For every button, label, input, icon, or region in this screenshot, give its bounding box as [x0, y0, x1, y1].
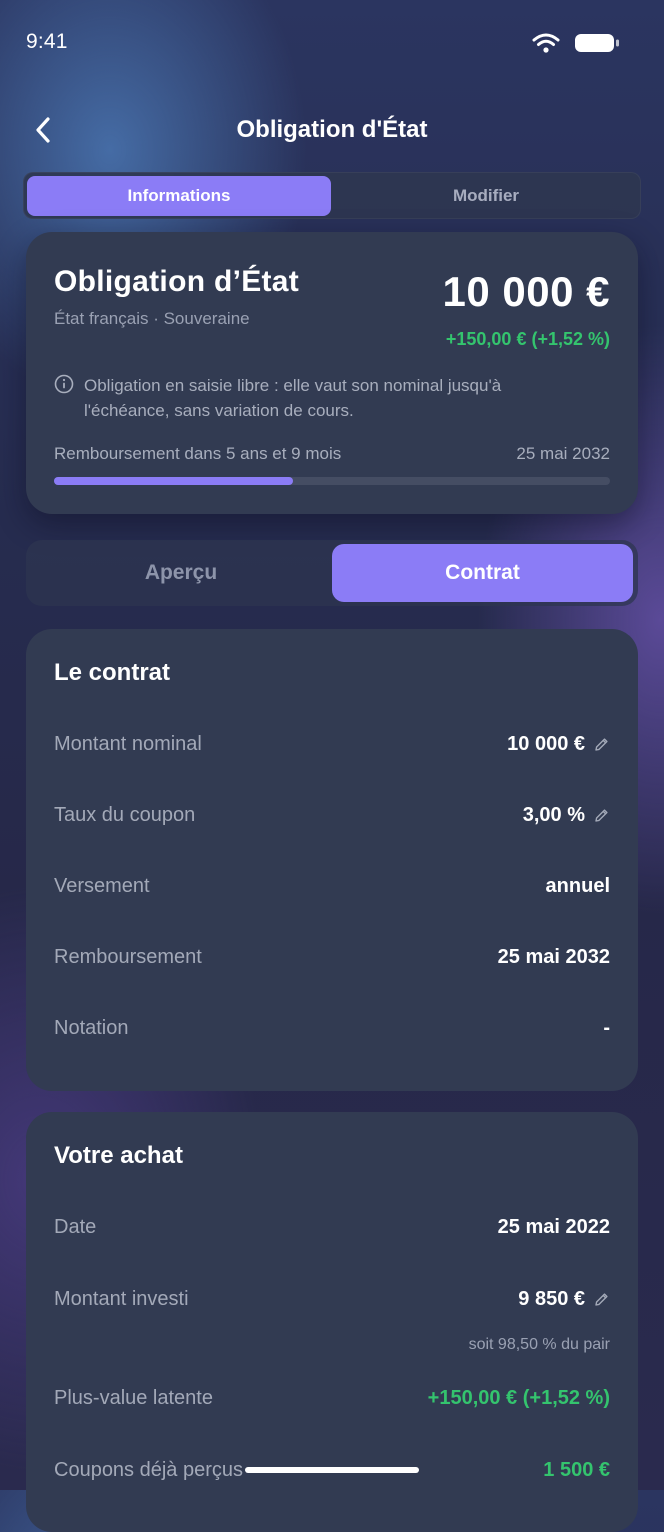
asset-name: Obligation d’État: [54, 265, 300, 298]
row-value-invested[interactable]: 9 850 €: [518, 1288, 610, 1311]
tab-informations[interactable]: Informations: [27, 176, 331, 216]
row-value-remboursement: 25 mai 2032: [497, 946, 610, 968]
row-label-versement: Versement: [54, 875, 150, 897]
row-label-coupon: Taux du coupon: [54, 804, 196, 826]
repayment-date: 25 mai 2032: [516, 444, 610, 463]
repayment-label: Remboursement dans 5 ans et 9 mois: [54, 444, 342, 463]
row-label-coupons: Coupons déjà perçus: [54, 1459, 244, 1481]
status-time: 9:41: [26, 30, 68, 53]
row-value-coupon[interactable]: 3,00 %: [523, 804, 610, 827]
nominal-amount: 10 000 €: [507, 733, 585, 755]
page-title: Obligation d'État: [236, 116, 428, 143]
row-value-notation: -: [603, 1017, 610, 1039]
pencil-icon[interactable]: [593, 1291, 610, 1308]
row-label-date: Date: [54, 1216, 97, 1238]
info-text: Obligation en saisie libre : elle vaut s…: [84, 376, 502, 420]
row-label-nominal: Montant nominal: [54, 733, 202, 755]
purchase-title: Votre achat: [54, 1142, 183, 1169]
contract-title: Le contrat: [54, 659, 171, 686]
row-value-date: 25 mai 2022: [497, 1216, 610, 1238]
battery-icon: [575, 34, 619, 52]
row-value-versement: annuel: [545, 875, 610, 897]
coupon-rate: 3,00 %: [522, 804, 585, 826]
row-label-notation: Notation: [54, 1017, 129, 1039]
tab-apercu[interactable]: Aperçu: [30, 544, 332, 602]
row-value-nominal[interactable]: 10 000 €: [507, 733, 610, 756]
invested-amount: 9 850 €: [518, 1288, 585, 1310]
row-label-gain: Plus-value latente: [54, 1387, 213, 1409]
status-icons: [532, 32, 620, 54]
invested-note: soit 98,50 % du pair: [468, 1336, 610, 1353]
home-indicator: [245, 1467, 419, 1473]
pencil-icon[interactable]: [593, 736, 610, 753]
asset-change: +150,00 € (+1,52 %): [445, 329, 610, 349]
row-value-gain: +150,00 € (+1,52 %): [427, 1387, 610, 1409]
asset-value: 10 000 €: [442, 268, 610, 315]
row-label-invested: Montant investi: [54, 1288, 189, 1310]
asset-subtitle: État français · Souveraine: [54, 309, 250, 328]
tab-modifier[interactable]: Modifier: [334, 176, 638, 216]
row-value-coupons: 1 500 €: [543, 1459, 610, 1481]
tab-contrat[interactable]: Contrat: [332, 544, 633, 602]
row-label-remboursement: Remboursement: [54, 946, 202, 968]
repayment-progress-fill: [54, 477, 293, 485]
wifi-icon: [532, 33, 560, 53]
info-icon: [54, 374, 74, 399]
pencil-icon[interactable]: [593, 807, 610, 824]
